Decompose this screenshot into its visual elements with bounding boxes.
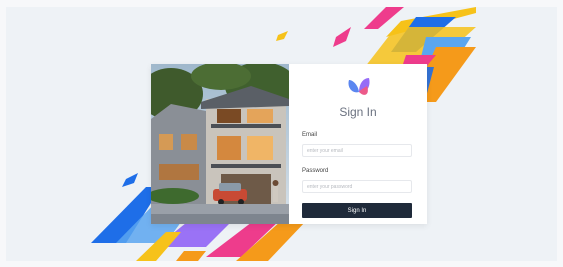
- house-photo: [151, 64, 289, 224]
- password-label: Password: [302, 168, 329, 174]
- signin-title: Sign In: [339, 105, 377, 119]
- stripe-small-yellow: [276, 31, 288, 41]
- stripe-small-pink: [333, 27, 351, 47]
- stripe-orange-small: [176, 251, 206, 261]
- signin-button[interactable]: Sign In: [302, 203, 412, 218]
- house-illustration: [151, 64, 289, 224]
- signin-form: Sign In Email Password Sign In: [289, 64, 427, 224]
- login-card: Sign In Email Password Sign In: [151, 64, 427, 224]
- butterfly-logo-icon: [348, 78, 370, 95]
- stripe-small-blue-left: [122, 173, 138, 187]
- email-field[interactable]: [302, 144, 412, 157]
- page-background: Sign In Email Password Sign In: [6, 7, 557, 261]
- email-label: Email: [302, 132, 318, 138]
- password-field[interactable]: [302, 180, 412, 193]
